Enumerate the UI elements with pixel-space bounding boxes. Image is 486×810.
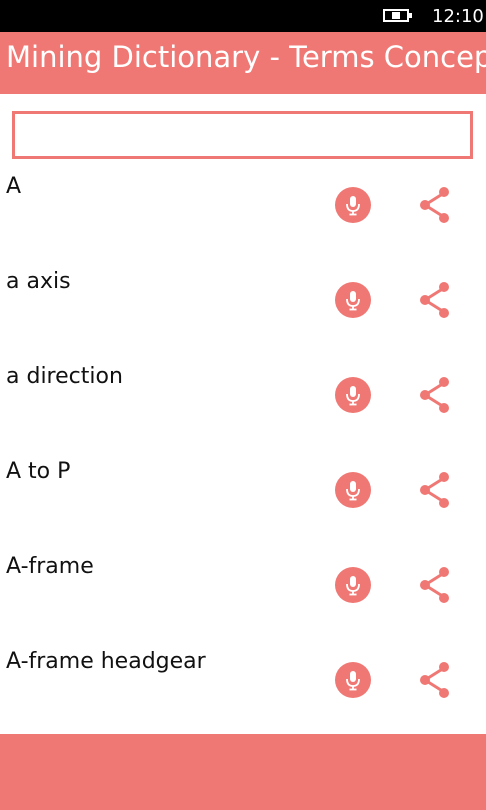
share-button[interactable] xyxy=(417,661,453,699)
list-item[interactable]: A to P xyxy=(0,450,486,545)
share-icon xyxy=(420,472,449,508)
share-icon xyxy=(420,187,449,223)
list-item[interactable]: A-frame headgear xyxy=(0,640,486,735)
term-label[interactable]: a axis xyxy=(6,269,71,294)
term-label[interactable]: A-frame xyxy=(6,554,94,579)
list-item[interactable]: a direction xyxy=(0,355,486,450)
term-label[interactable]: A-frame headgear xyxy=(6,649,206,674)
share-icon xyxy=(420,567,449,603)
speak-button[interactable] xyxy=(335,187,371,223)
microphone-icon xyxy=(346,481,360,501)
term-label[interactable]: A to P xyxy=(6,459,70,484)
speak-button[interactable] xyxy=(335,662,371,698)
share-icon xyxy=(420,662,449,698)
page-title: Mining Dictionary - Terms Concepts xyxy=(6,40,486,74)
app-header: Mining Dictionary - Terms Concepts xyxy=(0,32,486,94)
share-button[interactable] xyxy=(417,186,453,224)
share-button[interactable] xyxy=(417,471,453,509)
microphone-icon xyxy=(346,196,360,216)
share-icon xyxy=(420,282,449,318)
microphone-icon xyxy=(346,576,360,596)
status-bar: 12:10 xyxy=(0,0,486,32)
term-label[interactable]: a direction xyxy=(6,364,123,389)
list-item[interactable]: A-frame xyxy=(0,545,486,640)
speak-button[interactable] xyxy=(335,377,371,413)
speak-button[interactable] xyxy=(335,567,371,603)
term-list: A a axis a direction A to P A-frame A-fr… xyxy=(0,165,486,735)
microphone-icon xyxy=(346,386,360,406)
share-button[interactable] xyxy=(417,281,453,319)
status-clock: 12:10 xyxy=(432,6,484,27)
list-item[interactable]: A xyxy=(0,165,486,260)
share-button[interactable] xyxy=(417,566,453,604)
share-button[interactable] xyxy=(417,376,453,414)
term-label[interactable]: A xyxy=(6,174,21,199)
app-bar xyxy=(0,734,486,810)
share-icon xyxy=(420,377,449,413)
list-item[interactable]: a axis xyxy=(0,260,486,355)
speak-button[interactable] xyxy=(335,472,371,508)
battery-charging-icon xyxy=(383,9,412,22)
search-input[interactable] xyxy=(12,111,473,159)
speak-button[interactable] xyxy=(335,282,371,318)
microphone-icon xyxy=(346,291,360,311)
microphone-icon xyxy=(346,671,360,691)
